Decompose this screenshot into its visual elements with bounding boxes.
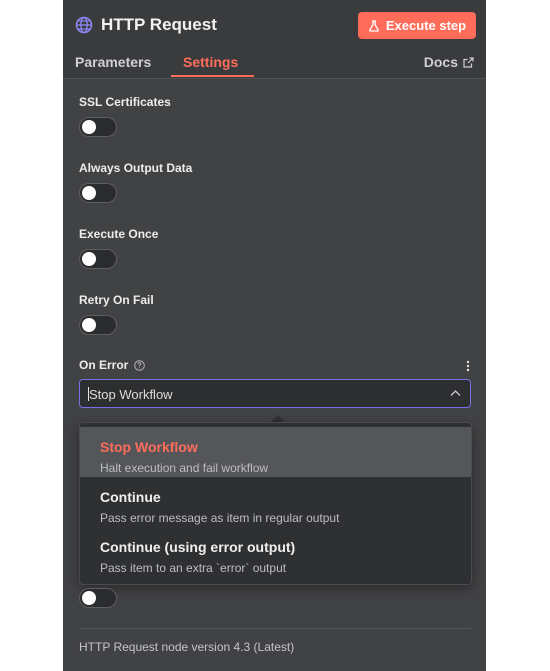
help-circle-icon[interactable] [134, 359, 146, 371]
setting-label: Retry On Fail [79, 293, 154, 307]
option-description: Pass item to an extra `error` output [100, 561, 287, 575]
flask-icon [368, 19, 379, 32]
active-tab-indicator [171, 75, 254, 77]
option-title: Continue [100, 489, 161, 505]
setting-ssl-certificates: SSL Certificates [79, 95, 171, 137]
docs-link[interactable]: Docs [424, 54, 474, 70]
setting-label: Execute Once [79, 227, 159, 241]
tab-parameters[interactable]: Parameters [75, 54, 151, 70]
toggle-knob [82, 252, 96, 266]
ssl-certificates-toggle[interactable] [79, 117, 117, 137]
node-version-text: HTTP Request node version 4.3 (Latest) [79, 640, 295, 654]
option-continue[interactable]: Continue Pass error message as item in r… [80, 477, 471, 527]
option-title: Stop Workflow [100, 439, 198, 455]
on-error-row: On Error [79, 358, 470, 372]
external-link-icon [463, 56, 474, 68]
globe-icon [75, 16, 93, 34]
option-description: Halt execution and fail workflow [100, 461, 269, 475]
setting-always-output-data: Always Output Data [79, 161, 193, 203]
options-menu-icon[interactable] [466, 360, 470, 372]
tab-bar: Parameters Settings Docs [63, 46, 486, 78]
title-row: HTTP Request [75, 12, 217, 38]
setting-label: Always Output Data [79, 161, 193, 175]
on-error-dropdown: Stop Workflow Halt execution and fail wo… [79, 422, 472, 585]
footer-divider [79, 628, 471, 629]
option-description: Pass error message as item in regular ou… [100, 511, 340, 525]
panel-header: HTTP Request Execute step Parameters Set… [63, 0, 486, 79]
retry-on-fail-toggle[interactable] [79, 315, 117, 335]
node-title: HTTP Request [101, 15, 217, 34]
node-settings-panel: HTTP Request Execute step Parameters Set… [63, 0, 486, 671]
docs-label: Docs [423, 54, 458, 70]
on-error-select[interactable]: Stop Workflow [79, 379, 471, 408]
toggle-knob [82, 591, 96, 605]
execute-step-label: Execute step [385, 18, 467, 33]
option-title: Continue (using error output) [100, 539, 296, 555]
toggle-knob [82, 318, 96, 332]
always-output-data-toggle[interactable] [79, 183, 117, 203]
option-stop-workflow[interactable]: Stop Workflow Halt execution and fail wo… [80, 427, 471, 477]
on-error-label: On Error [79, 358, 129, 372]
option-continue-error-output[interactable]: Continue (using error output) Pass item … [80, 527, 471, 577]
tab-settings[interactable]: Settings [183, 54, 238, 70]
setting-retry-on-fail: Retry On Fail [79, 293, 154, 335]
hidden-setting-toggle[interactable] [79, 588, 117, 608]
on-error-selected-value: Stop Workflow [89, 387, 173, 402]
execute-once-toggle[interactable] [79, 249, 117, 269]
execute-step-button[interactable]: Execute step [358, 12, 476, 39]
toggle-knob [82, 186, 96, 200]
chevron-up-icon [450, 390, 461, 396]
setting-execute-once: Execute Once [79, 227, 159, 269]
toggle-knob [82, 120, 96, 134]
setting-label: SSL Certificates [79, 95, 171, 109]
